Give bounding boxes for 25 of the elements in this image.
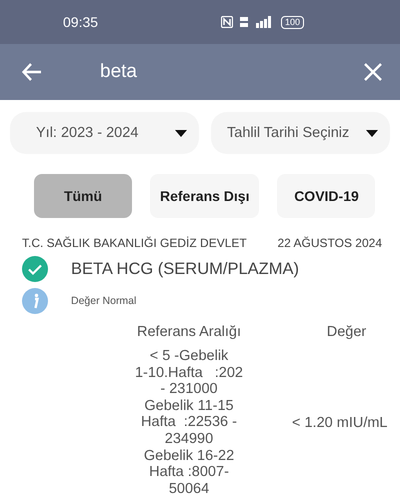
close-button[interactable]: [362, 61, 384, 83]
nfc-icon: [220, 16, 233, 28]
back-button[interactable]: [20, 61, 44, 83]
hospital-name: T.C. SAĞLIK BAKANLIĞI GEDİZ DEVLET: [22, 236, 247, 250]
test-name: BETA HCG (SERUM/PLAZMA): [71, 260, 299, 278]
search-bar[interactable]: beta: [0, 44, 400, 100]
check-icon: [22, 256, 48, 282]
signal-icon: [254, 16, 271, 28]
caret-icon: [366, 130, 378, 136]
info-icon: [22, 288, 48, 314]
result-note: Değer Normal: [71, 295, 136, 307]
column-header: Değer: [326, 324, 368, 340]
dropdown[interactable]: Tahlil Tarihi Seçiniz: [211, 112, 390, 154]
result-date: 22 AĞUSTOS 2024: [277, 236, 382, 250]
column-header: Referans Aralığı: [136, 324, 242, 340]
status-time: 09:35: [63, 14, 98, 30]
filter-button[interactable]: Tümü: [34, 174, 132, 218]
filter-button[interactable]: COVID-19: [277, 174, 376, 218]
dropdown[interactable]: Yıl: 2023 - 2024: [10, 112, 199, 154]
result-value: < 1.20 mIU/mL: [291, 414, 388, 431]
search-field[interactable]: beta: [100, 57, 362, 87]
caret-icon: [175, 130, 187, 136]
battery-indicator: 100: [280, 16, 304, 28]
filter-button[interactable]: Referans Dışı: [150, 174, 260, 218]
reference-range: < 5 -Gebelik 1-10.Hafta :202 - 231000 Gebelik 11-15 Hafta :22536 - 234990 Gebelik 16-22 Hafta :8007- 50064: [134, 348, 244, 498]
